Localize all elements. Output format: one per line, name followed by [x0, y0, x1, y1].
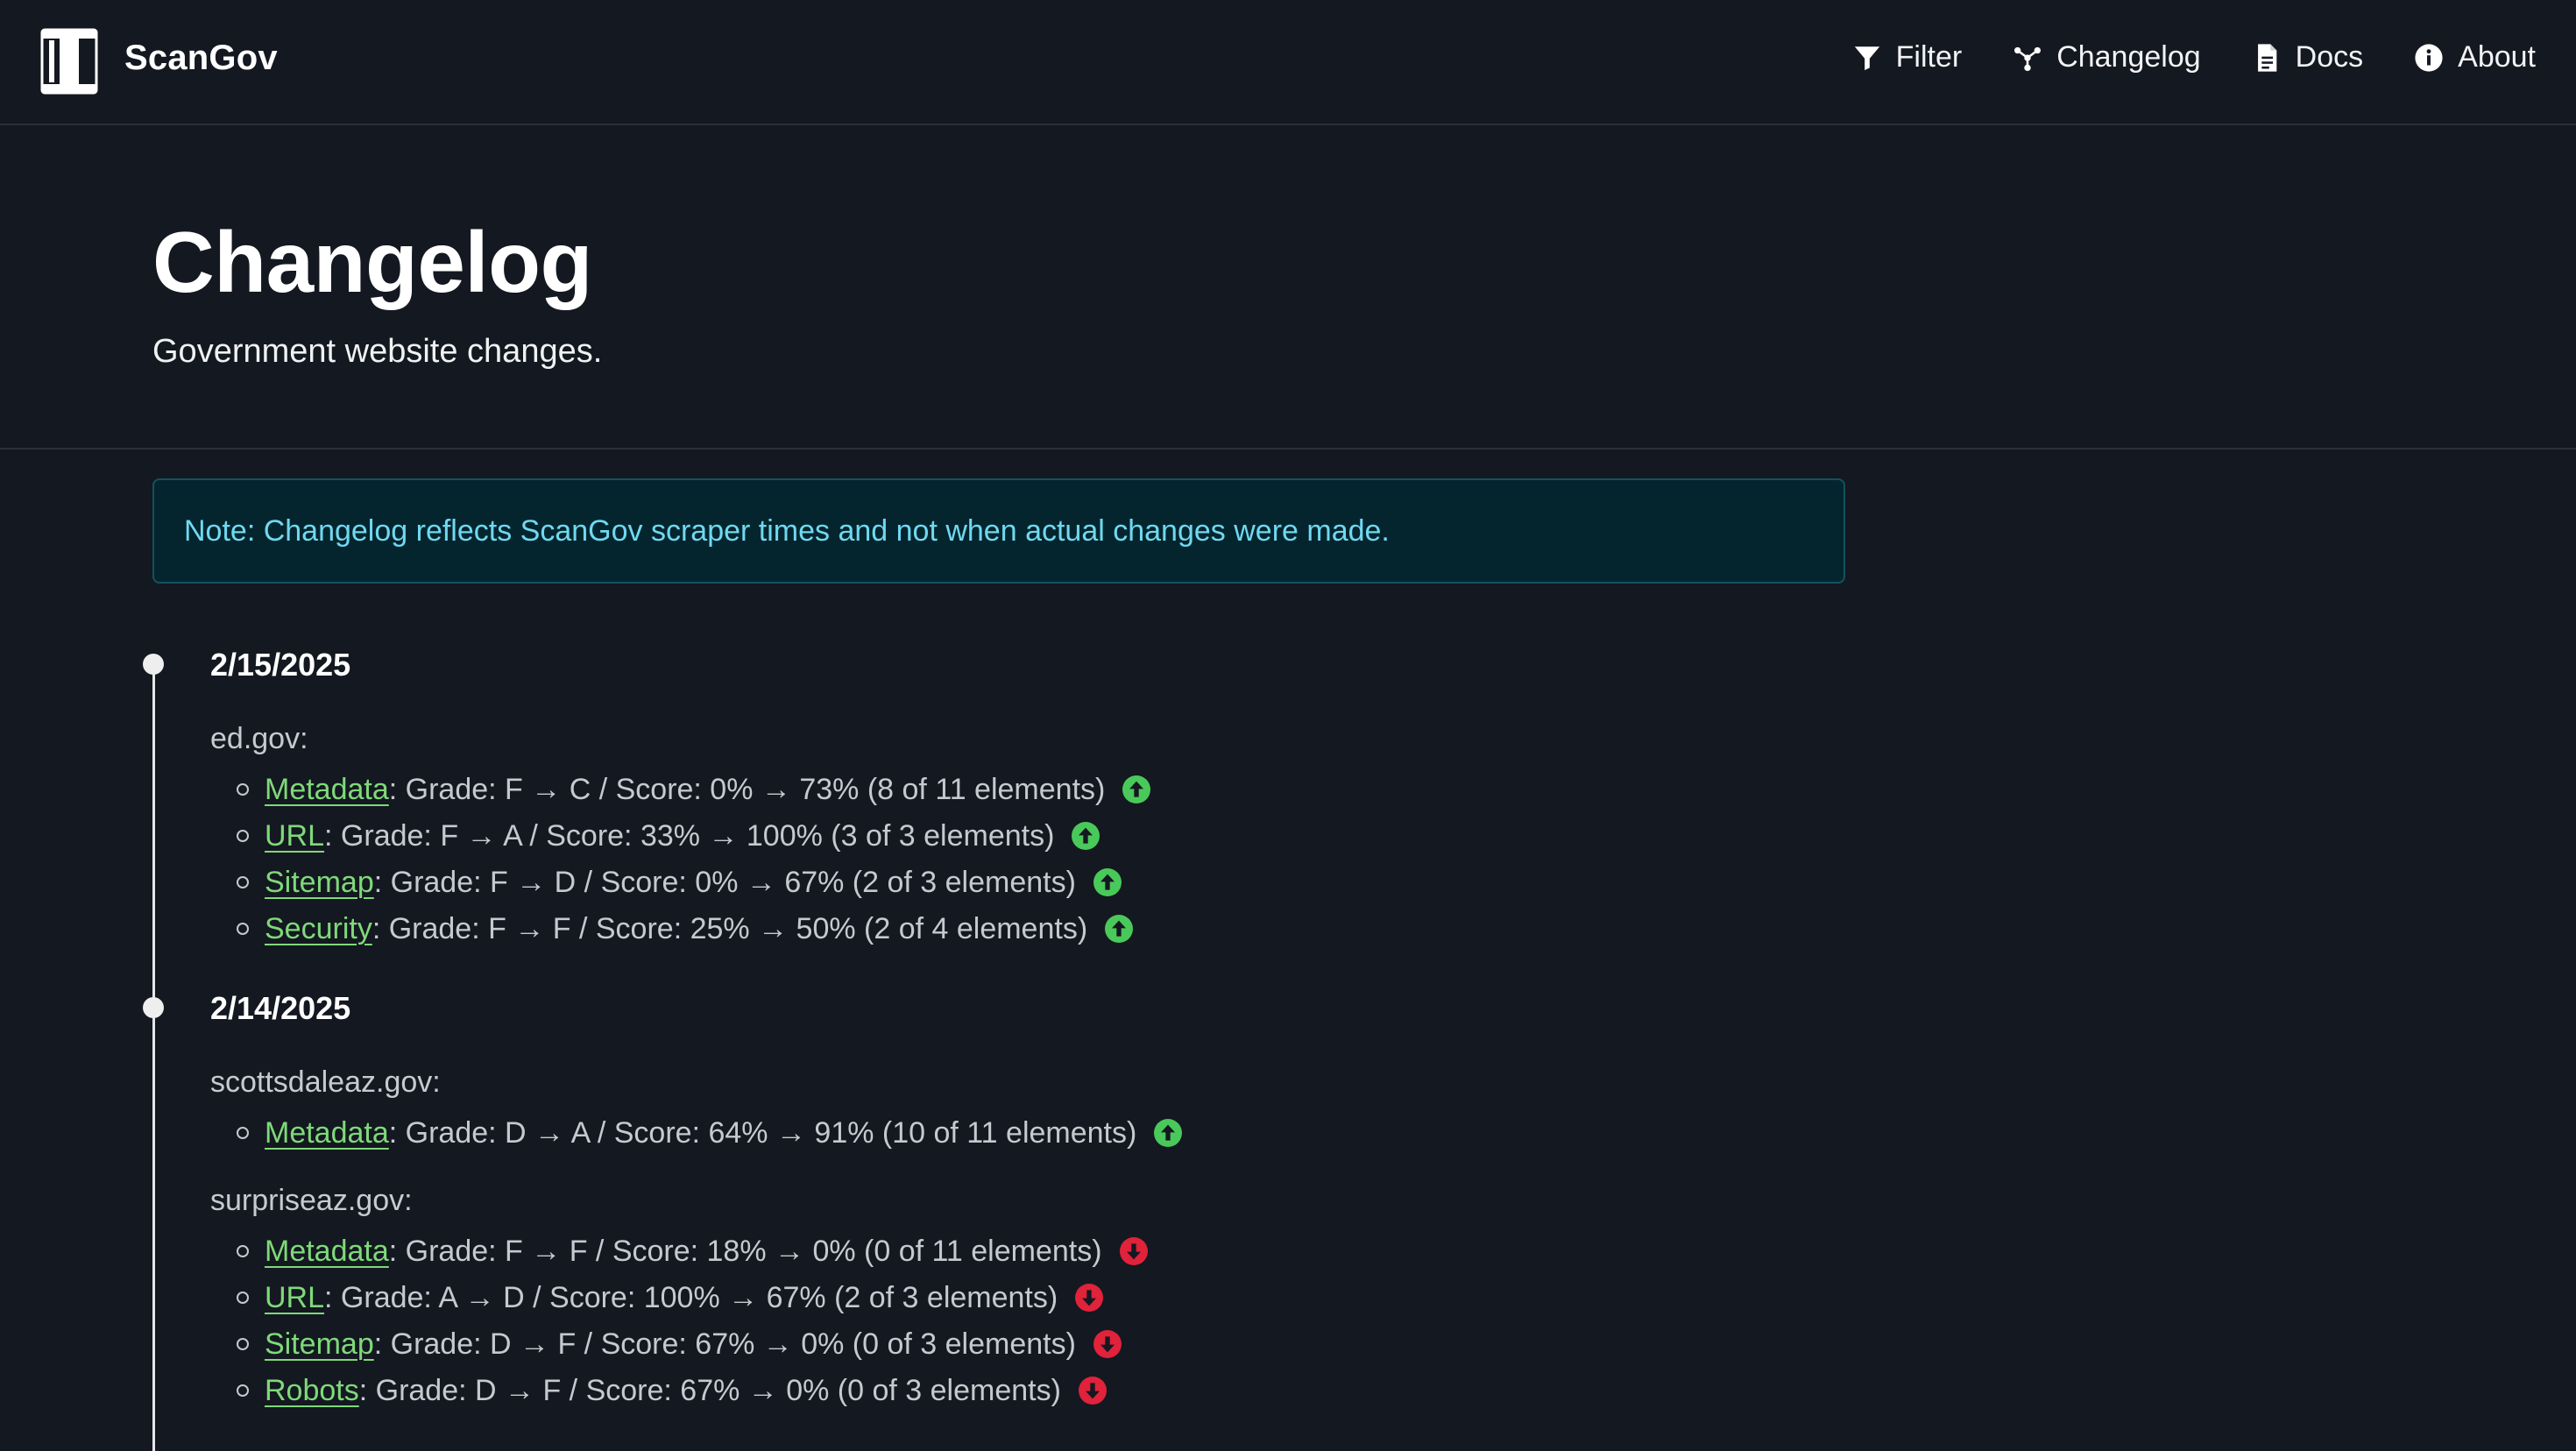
arrow-down-circle-icon — [1093, 1330, 1122, 1358]
category-link-url[interactable]: URL — [265, 819, 324, 853]
change-item: URL: Grade: F → A / Score: 33% → 100% (3… — [237, 814, 1100, 858]
changelog-timeline: 2/15/2025 ed.gov: Metadata: Grade: F → C /… — [143, 647, 1905, 1451]
change-item: Sitemap: Grade: D → F / Score: 67% → 0% … — [237, 1322, 1122, 1366]
list-bullet — [237, 1384, 249, 1397]
change-detail: : Grade: F → A / Score: 33% → 100% (3 of… — [324, 818, 1055, 853]
change-detail: : Grade: D → F / Score: 67% → 0% (0 of 3… — [373, 1327, 1076, 1361]
timeline-dot — [143, 997, 164, 1018]
document-icon — [2257, 43, 2277, 72]
nav-docs[interactable]: Docs — [2252, 40, 2363, 74]
arrow-down-circle-icon — [1119, 1237, 1148, 1265]
change-item: Security: Grade: F → F / Score: 25% → 50… — [237, 907, 1134, 951]
category-link-sitemap[interactable]: Sitemap — [265, 866, 374, 900]
arrow-up-circle-icon — [1154, 1119, 1183, 1147]
page-subtitle: Government website changes. — [152, 333, 603, 370]
category-link-metadata[interactable]: Metadata — [265, 1116, 389, 1150]
list-bullet — [237, 1292, 249, 1304]
arrow-down-circle-icon — [1078, 1377, 1107, 1405]
category-link-metadata[interactable]: Metadata — [265, 1235, 389, 1269]
site-domain: surpriseaz.gov: — [210, 1184, 413, 1217]
brand-name: ScanGov — [124, 38, 278, 77]
scangov-logo-icon — [40, 28, 98, 95]
change-item: Metadata: Grade: F → F / Score: 18% → 0%… — [237, 1229, 1148, 1273]
change-item: Sitemap: Grade: F → D / Score: 0% → 67% … — [237, 860, 1122, 904]
info-icon — [2415, 43, 2443, 72]
nav-filter[interactable]: Filter — [1852, 40, 1963, 74]
change-item: Metadata: Grade: F → C / Score: 0% → 73%… — [237, 768, 1151, 811]
page-header: Changelog Government website changes. — [0, 125, 2576, 449]
change-detail: : Grade: F → C / Score: 0% → 73% (8 of 1… — [388, 772, 1106, 806]
top-navbar: ScanGov Filter Changelog Docs About — [0, 0, 2576, 125]
category-link-url[interactable]: URL — [265, 1281, 324, 1315]
arrow-up-circle-icon — [1122, 775, 1151, 803]
category-link-metadata[interactable]: Metadata — [265, 773, 389, 807]
change-detail: : Grade: A → D / Score: 100% → 67% (2 of… — [324, 1280, 1058, 1314]
arrow-up-circle-icon — [1072, 822, 1100, 850]
list-bullet — [237, 1127, 249, 1139]
category-link-security[interactable]: Security — [265, 912, 372, 946]
arrow-up-circle-icon — [1105, 915, 1134, 943]
arrow-up-circle-icon — [1093, 868, 1122, 896]
list-bullet — [237, 1338, 249, 1350]
brand-home-link[interactable]: ScanGov — [40, 28, 278, 95]
nav-about[interactable]: About — [2414, 40, 2536, 74]
list-bullet — [237, 876, 249, 888]
nav-changelog[interactable]: Changelog — [2013, 40, 2201, 74]
change-detail: : Grade: D → F / Score: 67% → 0% (0 of 3… — [358, 1373, 1061, 1407]
timeline-date: 2/14/2025 — [210, 990, 351, 1026]
list-bullet — [237, 923, 249, 935]
nav-filter-label: Filter — [1895, 40, 1963, 74]
change-item: Metadata: Grade: D → A / Score: 64% → 91… — [237, 1111, 1183, 1155]
timeline-line — [152, 662, 155, 1451]
list-bullet — [237, 830, 249, 842]
category-link-robots[interactable]: Robots — [265, 1374, 359, 1408]
filter-icon — [1854, 46, 1879, 70]
arrow-down-circle-icon — [1075, 1284, 1104, 1312]
timeline-date: 2/15/2025 — [210, 647, 351, 683]
category-link-sitemap[interactable]: Sitemap — [265, 1327, 374, 1362]
list-bullet — [237, 783, 249, 796]
change-detail: : Grade: F → D / Score: 0% → 67% (2 of 3… — [373, 865, 1076, 899]
change-item: URL: Grade: A → D / Score: 100% → 67% (2… — [237, 1276, 1104, 1320]
timeline-dot — [143, 654, 164, 675]
changelog-icon — [2014, 46, 2042, 71]
list-bullet — [237, 1245, 249, 1257]
change-detail: : Grade: F → F / Score: 25% → 50% (2 of … — [372, 911, 1088, 945]
change-detail: : Grade: F → F / Score: 18% → 0% (0 of 1… — [388, 1234, 1102, 1268]
nav-docs-label: Docs — [2295, 40, 2364, 74]
site-domain: ed.gov: — [210, 722, 308, 755]
nav-about-label: About — [2458, 40, 2536, 74]
site-domain: scottsdaleaz.gov: — [210, 1065, 441, 1099]
change-item: Robots: Grade: D → F / Score: 67% → 0% (… — [237, 1369, 1107, 1412]
main-nav: Filter Changelog Docs About — [1801, 40, 2536, 74]
page-title: Changelog — [152, 214, 592, 310]
nav-changelog-label: Changelog — [2056, 40, 2201, 74]
info-note: Note: Changelog reflects ScanGov scraper… — [152, 478, 1845, 584]
change-detail: : Grade: D → A / Score: 64% → 91% (10 of… — [388, 1115, 1137, 1150]
